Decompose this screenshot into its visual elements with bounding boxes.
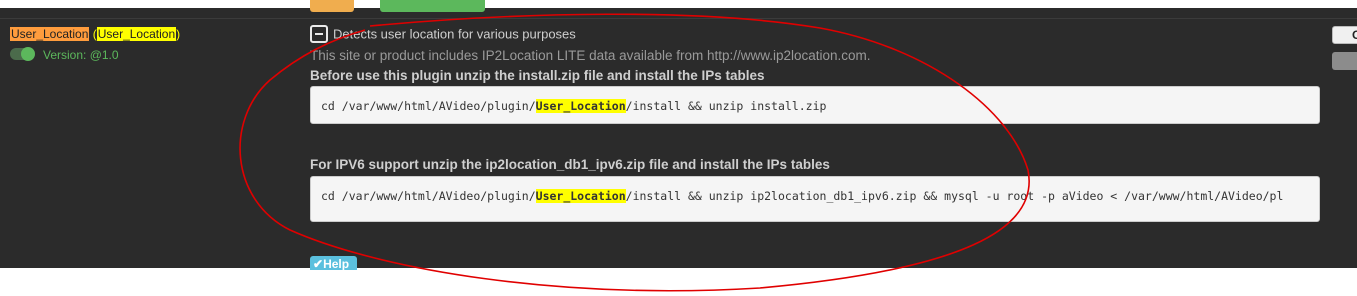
plugin-panel (0, 0, 1357, 268)
plugin-title: User_Location (User_Location) (10, 27, 181, 41)
top-green-button[interactable] (380, 0, 485, 12)
ip2location-note: This site or product includes IP2Locatio… (310, 48, 871, 63)
right-action-button[interactable]: G (1332, 26, 1357, 44)
right-secondary-button[interactable] (1332, 52, 1357, 70)
install-heading: Before use this plugin unzip the install… (310, 68, 765, 83)
right-action-label: G (1352, 28, 1357, 42)
install-cmd-suffix: /install && unzip install.zip (625, 99, 827, 113)
row-divider (0, 18, 1357, 19)
install-command-box[interactable]: cd /var/www/html/AVideo/plugin/User_Loca… (310, 86, 1320, 124)
ipv6-cmd-highlight: User_Location (535, 189, 626, 203)
plugin-enable-toggle[interactable] (10, 47, 35, 61)
plugin-directory-label: User_Location (96, 27, 177, 41)
install-cmd-highlight: User_Location (535, 99, 626, 113)
collapse-icon[interactable] (310, 25, 328, 43)
help-button[interactable]: ✔Help (310, 256, 357, 270)
ipv6-heading: For IPV6 support unzip the ip2location_d… (310, 157, 830, 172)
ipv6-cmd-prefix: cd /var/www/html/AVideo/plugin/ (321, 189, 536, 203)
plugin-description: Detects user location for various purpos… (333, 26, 576, 42)
ipv6-cmd-suffix: /install && unzip ip2location_db1_ipv6.z… (625, 189, 1284, 203)
description-row: Detects user location for various purpos… (310, 25, 576, 44)
ipv6-command-box[interactable]: cd /var/www/html/AVideo/plugin/User_Loca… (310, 176, 1320, 222)
plugin-version: Version: @1.0 (43, 48, 119, 62)
install-cmd-prefix: cd /var/www/html/AVideo/plugin/ (321, 99, 536, 113)
top-strip (0, 0, 1357, 8)
toggle-knob (21, 47, 35, 61)
top-orange-button[interactable] (310, 0, 354, 12)
help-button-label: Help (323, 257, 350, 270)
plugin-name-label: User_Location (10, 27, 90, 41)
